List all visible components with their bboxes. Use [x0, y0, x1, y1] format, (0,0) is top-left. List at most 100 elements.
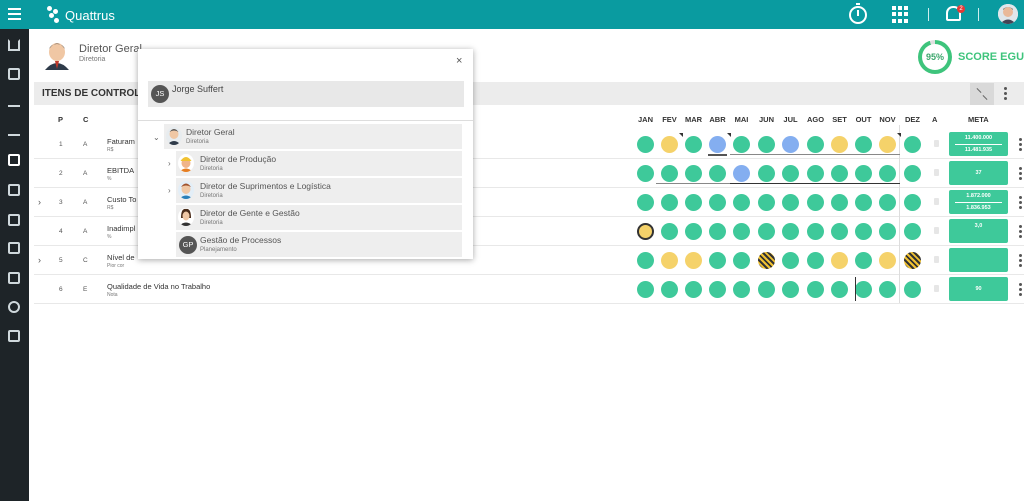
- status-dot[interactable]: [709, 194, 726, 211]
- layers-icon[interactable]: [8, 242, 20, 254]
- calendar-icon[interactable]: [8, 154, 20, 166]
- app-logo[interactable]: Quattrus: [47, 5, 115, 25]
- status-dot[interactable]: [855, 165, 872, 182]
- status-dot[interactable]: [637, 281, 654, 298]
- apps-grid-icon[interactable]: [892, 6, 909, 23]
- status-dot[interactable]: [685, 136, 702, 153]
- table-row[interactable]: 6 E Qualidade de Vida no Trabalho Nota 90: [34, 275, 1024, 304]
- page-title[interactable]: Diretor Geral: [79, 43, 142, 55]
- indicator-name[interactable]: EBITDA: [107, 166, 134, 175]
- status-dot[interactable]: [879, 136, 896, 153]
- timer-icon[interactable]: [849, 3, 867, 24]
- row-options-icon[interactable]: [1019, 283, 1023, 297]
- status-dot[interactable]: [661, 252, 678, 269]
- tree-node[interactable]: Diretor de Produção Diretoria: [176, 151, 462, 176]
- status-dot[interactable]: [782, 223, 799, 240]
- status-dot[interactable]: [879, 165, 896, 182]
- status-dot[interactable]: [782, 252, 799, 269]
- row-options-icon[interactable]: [1019, 196, 1023, 210]
- status-dot[interactable]: [709, 165, 726, 182]
- chevron-right-icon[interactable]: ›: [168, 159, 171, 168]
- status-dot[interactable]: [637, 252, 654, 269]
- chevron-right-icon[interactable]: ›: [168, 186, 171, 195]
- dashboard-icon[interactable]: [8, 68, 20, 80]
- status-dot[interactable]: [831, 223, 848, 240]
- tree-node[interactable]: Diretor de Suprimentos e Logística Diret…: [176, 178, 462, 203]
- status-dot[interactable]: [709, 252, 726, 269]
- status-dot[interactable]: [782, 281, 799, 298]
- status-dot[interactable]: [733, 194, 750, 211]
- status-dot[interactable]: [661, 136, 678, 153]
- meta-box[interactable]: [949, 248, 1008, 272]
- export-icon[interactable]: [8, 184, 20, 196]
- status-dot[interactable]: [685, 223, 702, 240]
- status-dot[interactable]: [661, 281, 678, 298]
- status-dot[interactable]: [831, 165, 848, 182]
- status-dot[interactable]: [904, 165, 921, 182]
- status-dot[interactable]: [661, 194, 678, 211]
- status-dot[interactable]: [782, 194, 799, 211]
- status-dot[interactable]: [831, 281, 848, 298]
- status-dot[interactable]: [685, 281, 702, 298]
- meta-box[interactable]: 37: [949, 161, 1008, 185]
- status-dot[interactable]: [709, 136, 726, 153]
- check-icon[interactable]: [8, 124, 20, 136]
- status-dot[interactable]: [733, 165, 750, 182]
- tree-node-root[interactable]: Diretor Geral Diretoria: [164, 124, 462, 149]
- collapse-button[interactable]: [970, 83, 994, 105]
- current-user-row[interactable]: JS Jorge Suffert: [148, 81, 464, 107]
- status-dot[interactable]: [733, 281, 750, 298]
- logout-icon[interactable]: [8, 214, 20, 226]
- status-dot[interactable]: [685, 165, 702, 182]
- status-dot[interactable]: [685, 252, 702, 269]
- status-dot[interactable]: [782, 165, 799, 182]
- status-dot[interactable]: [879, 252, 896, 269]
- status-dot[interactable]: [733, 136, 750, 153]
- expand-row-icon[interactable]: ›: [38, 197, 41, 207]
- status-dot[interactable]: [637, 223, 654, 240]
- status-dot[interactable]: [904, 252, 921, 269]
- chevron-down-icon[interactable]: ⌄: [153, 133, 160, 142]
- indicator-name[interactable]: Nível de: [107, 253, 135, 262]
- status-dot[interactable]: [807, 165, 824, 182]
- status-dot[interactable]: [831, 252, 848, 269]
- close-button[interactable]: ×: [456, 55, 462, 67]
- status-dot[interactable]: [879, 194, 896, 211]
- status-dot[interactable]: [758, 136, 775, 153]
- status-dot[interactable]: [904, 194, 921, 211]
- status-dot[interactable]: [831, 194, 848, 211]
- status-dot[interactable]: [807, 252, 824, 269]
- status-dot[interactable]: [855, 281, 872, 298]
- globe-icon[interactable]: [8, 301, 20, 313]
- indicator-name[interactable]: Faturam: [107, 137, 135, 146]
- status-dot[interactable]: [758, 223, 775, 240]
- status-dot[interactable]: [709, 281, 726, 298]
- status-dot[interactable]: [758, 194, 775, 211]
- status-dot[interactable]: [637, 136, 654, 153]
- indicator-name[interactable]: Qualidade de Vida no Trabalho: [107, 282, 210, 291]
- status-dot[interactable]: [733, 252, 750, 269]
- meta-box[interactable]: 3,0: [949, 219, 1008, 243]
- trend-icon[interactable]: [8, 95, 20, 107]
- status-dot[interactable]: [637, 165, 654, 182]
- home-icon[interactable]: [8, 39, 20, 51]
- status-dot[interactable]: [855, 223, 872, 240]
- status-dot[interactable]: [904, 281, 921, 298]
- meta-box[interactable]: 11.400.000 11.481.935: [949, 132, 1008, 156]
- row-options-icon[interactable]: [1019, 225, 1023, 239]
- status-dot[interactable]: [904, 136, 921, 153]
- status-dot[interactable]: [758, 165, 775, 182]
- user-avatar[interactable]: [998, 4, 1018, 24]
- status-dot[interactable]: [758, 252, 775, 269]
- more-options-icon[interactable]: [1004, 87, 1008, 101]
- tree-node[interactable]: GP Gestão de Processos Planejamento: [176, 232, 462, 257]
- org-chart-icon[interactable]: [8, 272, 20, 284]
- menu-icon[interactable]: [8, 8, 21, 20]
- indicator-name[interactable]: Inadimpl: [107, 224, 135, 233]
- status-dot[interactable]: [709, 223, 726, 240]
- status-dot[interactable]: [661, 223, 678, 240]
- status-dot[interactable]: [637, 194, 654, 211]
- status-dot[interactable]: [831, 136, 848, 153]
- indicator-name[interactable]: Custo To: [107, 195, 136, 204]
- status-dot[interactable]: [733, 223, 750, 240]
